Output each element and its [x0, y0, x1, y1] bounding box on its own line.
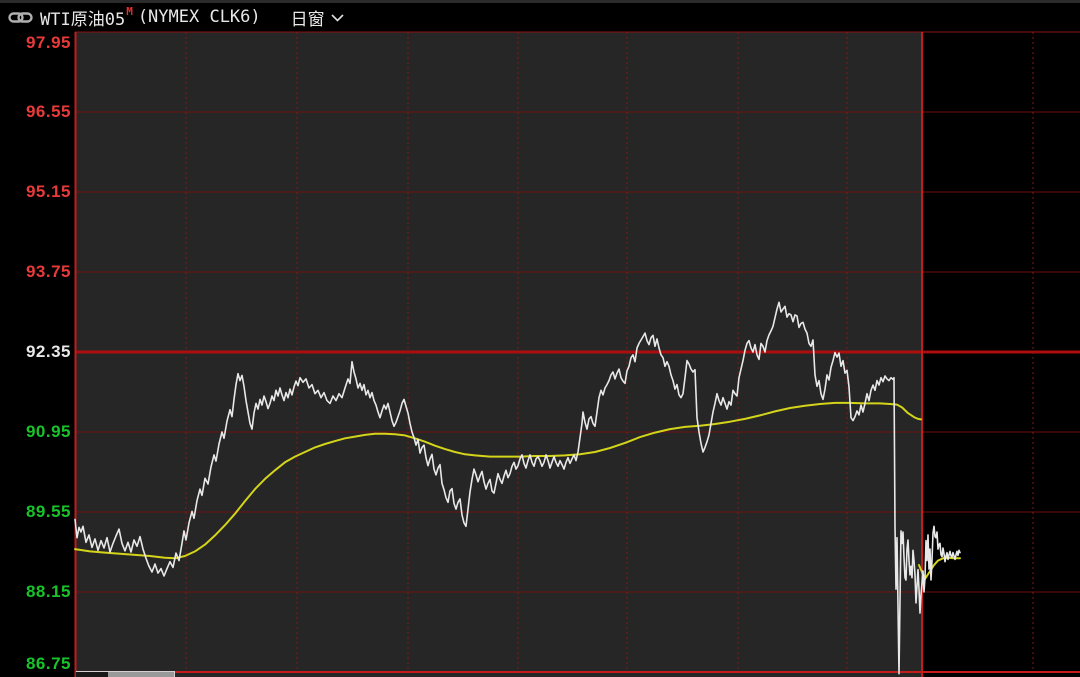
y-axis-label: 90.95: [0, 423, 71, 441]
y-axis-label: 88.15: [0, 583, 71, 601]
symbol-superscript: M: [126, 5, 133, 18]
price-chart[interactable]: [0, 0, 1080, 677]
y-axis-label: 89.55: [0, 503, 71, 521]
scrollbar-thumb[interactable]: [108, 672, 175, 677]
symbol-name: WTI原油05: [40, 5, 125, 30]
chain-link-icon[interactable]: [8, 11, 33, 24]
chart-header: WTI原油05M (NYMEX CLK6) 日窗: [0, 0, 1080, 31]
exchange-contract: (NYMEX CLK6): [138, 7, 261, 27]
y-axis-label: 96.55: [0, 103, 71, 121]
y-axis-label: 93.75: [0, 263, 71, 281]
chevron-down-icon: [331, 14, 344, 22]
horizontal-scrollbar[interactable]: [76, 671, 175, 677]
y-axis-label: 97.95: [0, 34, 71, 52]
y-axis-label: 86.75: [0, 655, 71, 673]
y-axis-label: 95.15: [0, 183, 71, 201]
timeframe-label: 日窗: [291, 5, 325, 30]
y-axis-label: 92.35: [0, 343, 71, 361]
timeframe-dropdown[interactable]: 日窗: [291, 5, 344, 30]
